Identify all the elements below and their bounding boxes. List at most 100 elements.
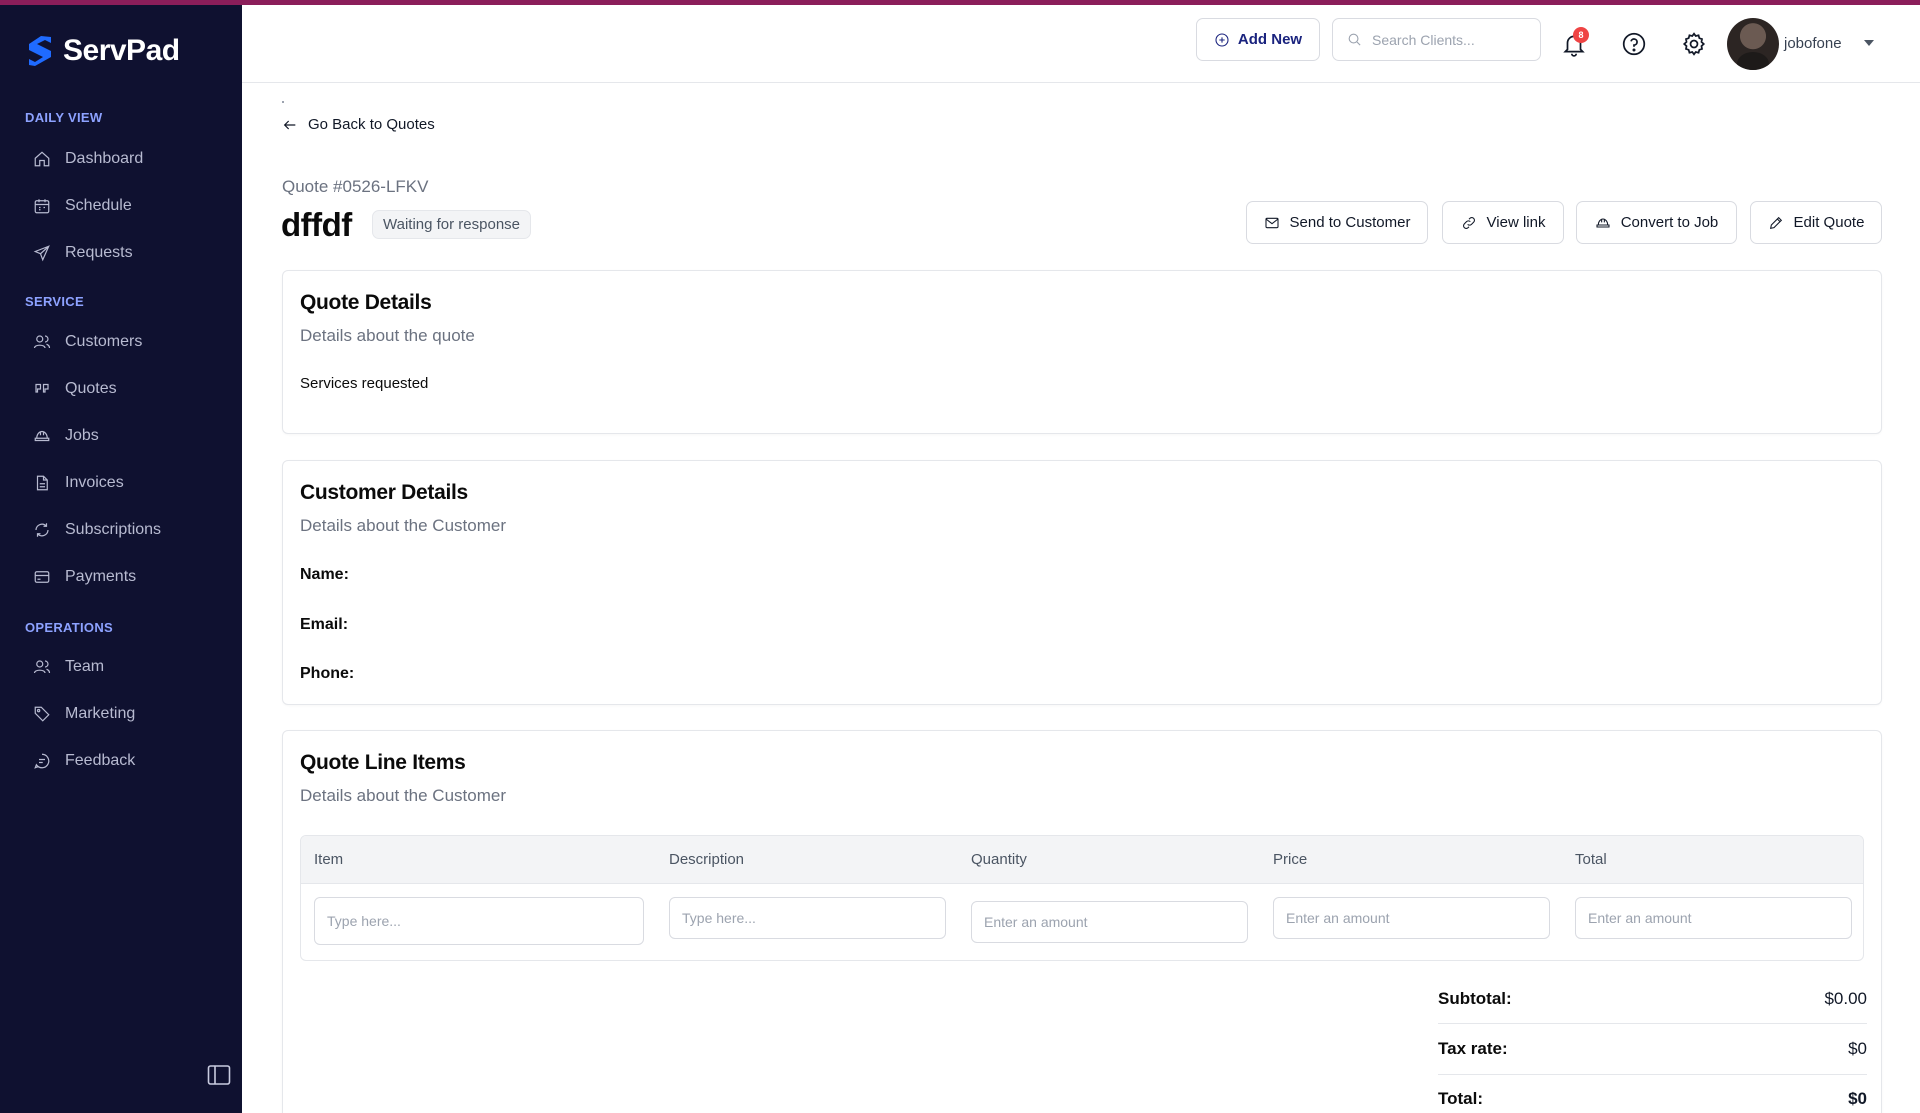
app-name: ServPad — [63, 34, 180, 67]
customer-details-title: Customer Details — [300, 481, 468, 504]
sidebar-item-label: Subscriptions — [65, 521, 162, 538]
sidebar-collapse-icon[interactable] — [207, 1064, 231, 1086]
plus-circle-icon — [1215, 32, 1229, 47]
users-icon — [33, 660, 51, 674]
user-avatar[interactable] — [1727, 18, 1779, 70]
sidebar-item-marketing[interactable]: Marketing — [33, 702, 135, 726]
mail-icon — [1265, 217, 1279, 228]
edit-quote-button[interactable]: Edit Quote — [1750, 201, 1882, 244]
chevron-down-icon[interactable] — [1864, 40, 1874, 46]
notification-count-badge: 8 — [1573, 27, 1589, 43]
sidebar-item-schedule[interactable]: Schedule — [33, 194, 132, 218]
sidebar-item-label: Quotes — [65, 380, 117, 397]
column-header-quantity: Quantity — [971, 851, 1027, 868]
tax-rate-row: Tax rate: $0 — [1438, 1039, 1867, 1059]
back-label: Go Back to Quotes — [308, 116, 435, 133]
nav-section-daily-view: DAILY VIEW — [25, 110, 103, 125]
send-to-customer-button[interactable]: Send to Customer — [1246, 201, 1428, 244]
nav-section-operations: OPERATIONS — [25, 620, 113, 635]
top-accent-stripe — [0, 0, 1920, 5]
total-input[interactable] — [1575, 897, 1852, 939]
summary-divider — [1438, 1023, 1867, 1024]
card-icon — [34, 571, 50, 583]
pencil-icon — [1769, 216, 1782, 229]
sidebar-item-feedback[interactable]: Feedback — [33, 749, 135, 773]
chat-icon — [34, 753, 50, 769]
sidebar-item-customers[interactable]: Customers — [33, 330, 142, 354]
view-link-button[interactable]: View link — [1442, 201, 1564, 244]
quote-details-subtitle: Details about the quote — [300, 326, 475, 345]
sidebar-item-label: Requests — [65, 244, 133, 261]
sidebar-item-label: Feedback — [65, 752, 136, 769]
servpad-logo-icon — [29, 36, 51, 66]
hardhat-icon — [34, 430, 50, 442]
search-box[interactable] — [1332, 18, 1541, 61]
quote-icon — [35, 383, 49, 393]
price-input[interactable] — [1273, 897, 1550, 939]
help-circle-icon — [1622, 32, 1646, 56]
quote-number: Quote #0526-LFKV — [282, 177, 429, 196]
subtotal-label: Subtotal: — [1438, 989, 1512, 1008]
sidebar-item-label: Schedule — [65, 197, 132, 214]
convert-label: Convert to Job — [1620, 214, 1719, 231]
sidebar-item-label: Jobs — [65, 427, 99, 444]
link-icon — [1462, 216, 1475, 229]
sidebar-item-payments[interactable]: Payments — [33, 565, 136, 589]
sidebar-item-subscriptions[interactable]: Subscriptions — [33, 518, 161, 542]
sidebar-item-invoices[interactable]: Invoices — [33, 471, 124, 495]
sidebar-item-team[interactable]: Team — [33, 655, 104, 679]
search-input[interactable] — [1372, 31, 1532, 48]
line-items-table: Item Description Quantity Price Total — [300, 835, 1864, 961]
tax-rate-value: $0 — [1848, 1039, 1867, 1058]
line-items-title: Quote Line Items — [300, 751, 466, 774]
description-input[interactable] — [669, 897, 946, 939]
total-row: Total: $0 — [1438, 1089, 1867, 1109]
hardhat-icon — [1596, 217, 1610, 228]
column-header-price: Price — [1273, 851, 1308, 868]
nav-section-service: SERVICE — [25, 294, 84, 309]
customer-details-card: Customer Details Details about the Custo… — [282, 460, 1882, 705]
add-new-button[interactable]: Add New — [1196, 18, 1320, 61]
column-header-item: Item — [314, 851, 344, 868]
tag-icon — [34, 706, 50, 722]
total-label: Total: — [1438, 1089, 1484, 1108]
sidebar-item-label: Dashboard — [65, 150, 144, 167]
help-button[interactable] — [1621, 31, 1647, 57]
sidebar-item-jobs[interactable]: Jobs — [33, 424, 99, 448]
edit-label: Edit Quote — [1793, 214, 1865, 231]
home-icon — [34, 151, 50, 167]
quote-line-items-card: Quote Line Items Details about the Custo… — [282, 730, 1882, 1113]
customer-phone-label: Phone: — [300, 665, 355, 682]
settings-button[interactable] — [1681, 31, 1707, 57]
line-items-subtitle: Details about the Customer — [300, 786, 506, 805]
convert-to-job-button[interactable]: Convert to Job — [1576, 201, 1737, 244]
subtotal-value: $0.00 — [1824, 989, 1867, 1008]
top-header: Add New 8 jobofone — [242, 5, 1920, 83]
file-icon — [36, 475, 48, 491]
table-header: Item Description Quantity Price Total — [301, 836, 1863, 884]
tax-rate-label: Tax rate: — [1438, 1039, 1508, 1058]
send-icon — [33, 245, 50, 262]
column-header-description: Description — [669, 851, 745, 868]
customer-name-label: Name: — [300, 566, 349, 583]
sidebar-item-quotes[interactable]: Quotes — [33, 377, 117, 401]
total-value: $0 — [1848, 1089, 1867, 1108]
sidebar-item-label: Customers — [65, 333, 143, 350]
item-input[interactable] — [314, 897, 644, 945]
users-icon — [33, 335, 51, 349]
sidebar-item-label: Team — [65, 658, 105, 675]
customer-email-label: Email: — [300, 616, 349, 633]
sidebar: ServPad DAILY VIEW Dashboard Schedule Re… — [0, 0, 242, 1113]
sidebar-item-requests[interactable]: Requests — [33, 241, 133, 265]
username-label[interactable]: jobofone — [1784, 35, 1842, 52]
services-requested-label: Services requested — [300, 375, 429, 392]
sidebar-item-dashboard[interactable]: Dashboard — [33, 147, 143, 171]
back-to-quotes-link[interactable]: Go Back to Quotes — [282, 116, 435, 133]
add-new-label: Add New — [1237, 31, 1303, 48]
search-icon — [1348, 33, 1361, 46]
page-title: dffdf — [281, 206, 352, 243]
app-logo[interactable]: ServPad — [25, 34, 180, 68]
quantity-input[interactable] — [971, 901, 1248, 943]
view-link-label: View link — [1486, 214, 1546, 231]
sidebar-item-label: Marketing — [65, 705, 136, 722]
